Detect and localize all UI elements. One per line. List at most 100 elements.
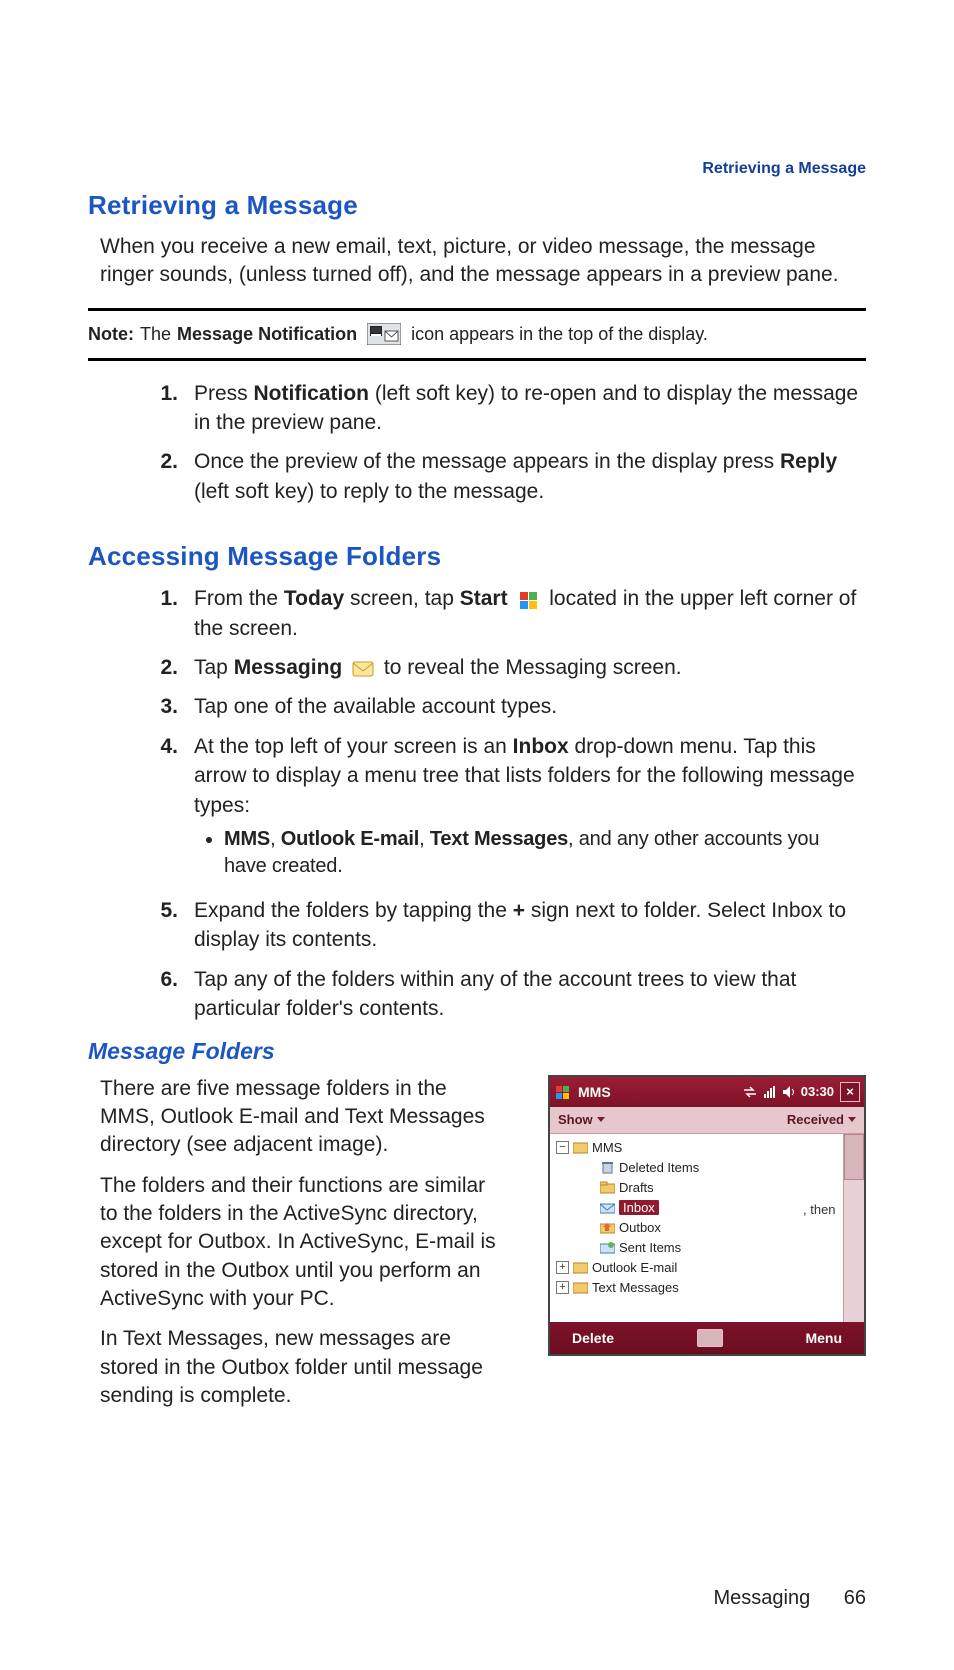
step-body: Tap any of the folders within any of the… [194, 965, 866, 1024]
account-icon [573, 1261, 588, 1274]
manual-page: Retrieving a Message Retrieving a Messag… [0, 0, 954, 1670]
scrollbar-thumb[interactable] [844, 1134, 864, 1180]
step-item: 1. From the Today screen, tap Start loca… [146, 584, 866, 643]
sent-icon [600, 1241, 615, 1254]
running-header: Retrieving a Message [702, 160, 866, 178]
tree-node-drafts[interactable]: Drafts [554, 1178, 839, 1198]
step-number: 5. [146, 896, 194, 955]
step-item: 2. Once the preview of the message appea… [146, 447, 866, 506]
step-item: 4. At the top left of your screen is an … [146, 732, 866, 886]
step-text: Tap any of the folders within any of the… [194, 968, 796, 1020]
step-item: 2. Tap Messaging to reveal the Messaging… [146, 653, 866, 682]
step-body: At the top left of your screen is an Inb… [194, 732, 866, 886]
intro-paragraph: When you receive a new email, text, pict… [100, 233, 854, 290]
windows-start-icon [517, 589, 539, 611]
bullet-bold: Text Messages [430, 828, 568, 850]
collapse-icon[interactable]: − [556, 1141, 569, 1154]
step-item: 1. Press Notification (left soft key) to… [146, 379, 866, 438]
envelope-icon [352, 659, 374, 677]
tree-label: Drafts [619, 1180, 654, 1195]
step-text: screen, tap [344, 587, 460, 610]
footer-page-number: 66 [844, 1587, 866, 1609]
expand-icon[interactable]: + [556, 1261, 569, 1274]
received-dropdown[interactable]: Received [787, 1112, 856, 1127]
tree-label: Sent Items [619, 1240, 681, 1255]
show-dropdown[interactable]: Show [558, 1112, 605, 1127]
paragraph: There are five message folders in the MM… [100, 1075, 506, 1160]
step-text: Once the preview of the message appears … [194, 450, 780, 473]
step-item: 6. Tap any of the folders within any of … [146, 965, 866, 1024]
tree-label: Outlook E-mail [592, 1260, 677, 1275]
scrollbar[interactable]: , then [843, 1134, 864, 1322]
tree-node-inbox[interactable]: Inbox [554, 1198, 839, 1218]
note-text-pre: The [140, 321, 171, 348]
inbox-icon [600, 1201, 615, 1214]
tree-node-outlook[interactable]: + Outlook E-mail [554, 1258, 839, 1278]
step-text: From the [194, 587, 284, 610]
two-column-region: There are five message folders in the MM… [88, 1075, 866, 1423]
note-box: Note: The Message Notification icon appe… [88, 308, 866, 361]
step-bold: + [513, 899, 525, 922]
tree-area: − MMS Deleted Items [550, 1134, 864, 1322]
outbox-icon [600, 1221, 615, 1234]
steps-accessing: 1. From the Today screen, tap Start loca… [146, 584, 866, 1023]
step-number: 6. [146, 965, 194, 1024]
step-body: Once the preview of the message appears … [194, 447, 866, 506]
step-text: Tap one of the available account types. [194, 695, 557, 718]
keyboard-icon[interactable] [697, 1329, 723, 1347]
sync-icon [742, 1085, 758, 1099]
paragraph: In Text Messages, new messages are store… [100, 1325, 506, 1410]
chevron-down-icon [597, 1117, 605, 1122]
tree-node-textmessages[interactable]: + Text Messages [554, 1278, 839, 1298]
step-text: Expand the folders by tapping the [194, 899, 513, 922]
bullet-text: , [270, 828, 281, 850]
column-left: There are five message folders in the MM… [88, 1075, 518, 1423]
step-body: Expand the folders by tapping the + sign… [194, 896, 866, 955]
step-text: (left soft key) to reply to the message. [194, 480, 544, 503]
tree-node-deleted[interactable]: Deleted Items [554, 1158, 839, 1178]
message-notification-icon [367, 323, 401, 345]
step-number: 1. [146, 379, 194, 438]
volume-icon [782, 1085, 796, 1099]
softkey-delete[interactable]: Delete [572, 1330, 614, 1346]
windows-flag-icon[interactable] [554, 1083, 572, 1101]
softkey-menu[interactable]: Menu [805, 1330, 842, 1346]
step-text: to reveal the Messaging screen. [384, 656, 682, 679]
bullet-list: MMS, Outlook E-mail, Text Messages, and … [224, 826, 866, 880]
tree-node-sent[interactable]: Sent Items [554, 1238, 839, 1258]
step-body: Tap Messaging to reveal the Messaging sc… [194, 653, 866, 682]
close-button[interactable]: × [840, 1082, 860, 1102]
dropdown-label: Show [558, 1112, 593, 1127]
device-screenshot: MMS 03:30 × [548, 1075, 866, 1356]
overlay-annotation: , then [803, 1202, 836, 1217]
titlebar-status: 03:30 [742, 1084, 834, 1099]
note-text-post: icon appears in the top of the display. [411, 321, 708, 348]
paragraph: The folders and their functions are simi… [100, 1172, 506, 1314]
expand-icon[interactable]: + [556, 1281, 569, 1294]
heading-retrieving: Retrieving a Message [88, 190, 866, 221]
titlebar[interactable]: MMS 03:30 × [550, 1077, 864, 1107]
step-number: 2. [146, 447, 194, 506]
note-label: Note: [88, 321, 134, 348]
account-icon [573, 1281, 588, 1294]
dropdown-label: Received [787, 1112, 844, 1127]
tree-label-selected: Inbox [619, 1200, 659, 1215]
tree-node-outbox[interactable]: Outbox [554, 1218, 839, 1238]
step-bold: Messaging [234, 656, 343, 679]
clock-text: 03:30 [801, 1084, 834, 1099]
step-number: 1. [146, 584, 194, 643]
steps-retrieving: 1. Press Notification (left soft key) to… [146, 379, 866, 507]
bullet-bold: Outlook E-mail [281, 828, 419, 850]
tree-node-mms[interactable]: − MMS [554, 1138, 839, 1158]
heading-accessing: Accessing Message Folders [88, 541, 866, 572]
step-text: Press [194, 382, 254, 405]
step-body: Press Notification (left soft key) to re… [194, 379, 866, 438]
step-item: 5. Expand the folders by tapping the + s… [146, 896, 866, 955]
step-number: 4. [146, 732, 194, 886]
step-number: 3. [146, 692, 194, 721]
step-text: Tap [194, 656, 234, 679]
tree-label: Text Messages [592, 1280, 679, 1295]
titlebar-title: MMS [578, 1084, 611, 1100]
folder-tree[interactable]: − MMS Deleted Items [550, 1134, 843, 1322]
toolbar: Show Received [550, 1107, 864, 1134]
